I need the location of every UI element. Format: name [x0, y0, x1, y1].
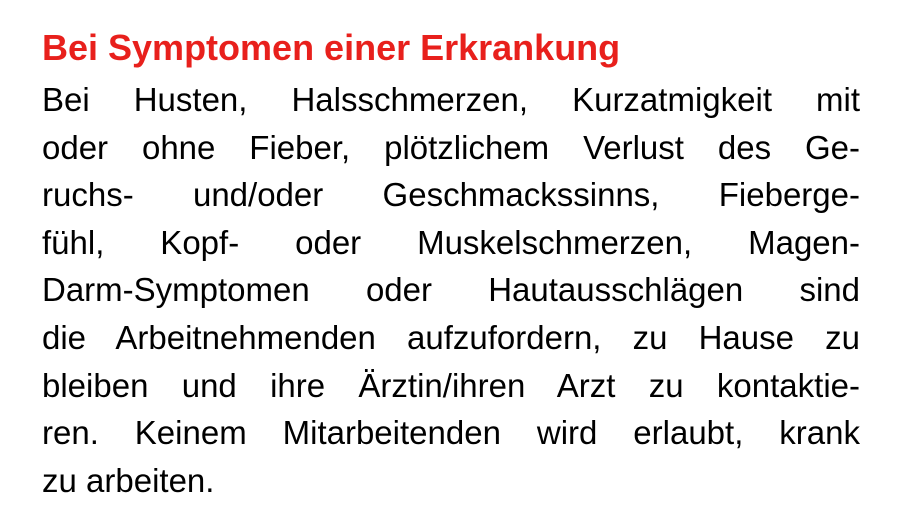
- paragraph-line: Bei Husten, Halsschmerzen, Kurzatmigkeit…: [42, 81, 860, 118]
- section-heading: Bei Symptomen einer Erkrankung: [42, 27, 621, 68]
- document-section: Bei Symptomen einer Erkrankung Bei Huste…: [42, 20, 860, 504]
- paragraph-line: ruchs- und/oder Geschmackssinns, Fieberg…: [42, 176, 860, 214]
- paragraph-line: die Arbeitnehmenden aufzufordern, zu Hau…: [42, 318, 860, 356]
- paragraph-line: bleiben und ihre Ärztin/ihren Arzt zu ko…: [42, 366, 860, 404]
- paragraph-line: Darm-Symptomen oder Hautausschlägen sind: [42, 271, 860, 309]
- paragraph-line: ren. Keinem Mitarbeitenden wird erlaubt,…: [42, 414, 860, 452]
- paragraph-line: oder ohne Fieber, plötzlichem Verlust de…: [42, 128, 860, 166]
- body-paragraph: Bei Husten, Halsschmerzen, Kurzatmigkeit…: [42, 76, 860, 504]
- paragraph-line: zu arbeiten.: [42, 461, 215, 499]
- paragraph-line: fühl, Kopf- oder Muskelschmerzen, Magen-: [42, 223, 860, 261]
